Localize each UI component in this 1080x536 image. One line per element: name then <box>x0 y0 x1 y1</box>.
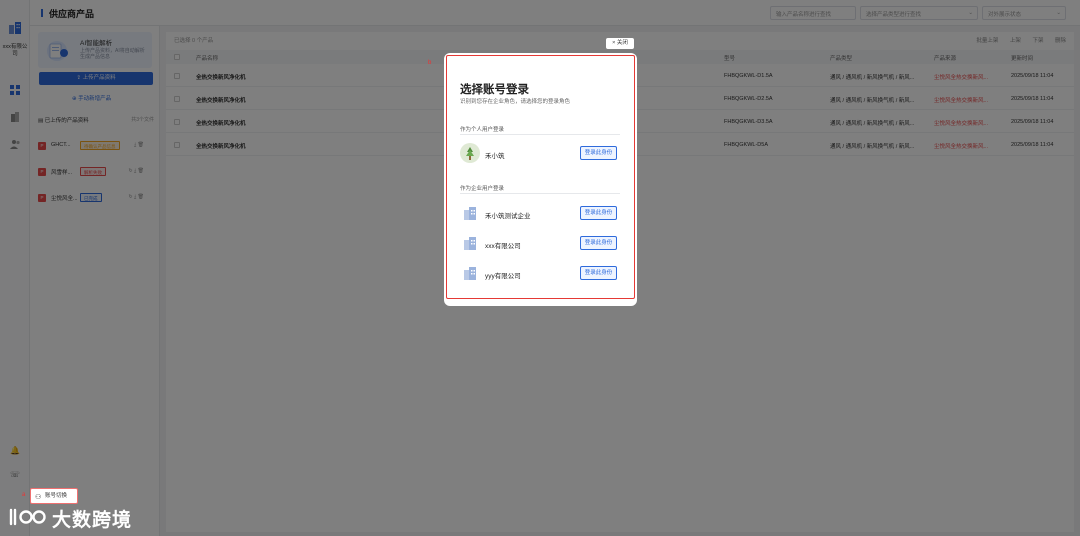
divider <box>460 134 620 135</box>
account-select-modal: 选择账号登录 识别到您存在企业角色，请选择您的登录角色 作为个人用户登录 禾小筑… <box>444 53 637 306</box>
close-label: 关闭 <box>616 40 628 46</box>
account-switch-label: 账号切换 <box>45 493 68 499</box>
account-switch-button[interactable]: ⚇ 账号切换 <box>30 488 78 504</box>
enterprise-account-item[interactable]: yyy有限公司 登录此身份 <box>460 263 620 285</box>
account-name: 禾小筑测试企业 <box>485 213 531 220</box>
watermark-logo-icon <box>9 508 46 526</box>
login-as-button[interactable]: 登录此身份 <box>580 206 617 220</box>
account-name: yyy有限公司 <box>485 273 521 280</box>
divider <box>460 193 620 194</box>
modal-subtitle: 识别到您存在企业角色，请选择您的登录角色 <box>460 99 571 105</box>
annotation-mark: b <box>428 60 432 66</box>
login-as-button[interactable]: 登录此身份 <box>580 266 617 280</box>
building-icon <box>464 267 476 280</box>
annotation-mark: a <box>22 492 26 498</box>
login-as-button[interactable]: 登录此身份 <box>580 236 617 250</box>
user-icon: ⚇ <box>35 494 42 501</box>
enterprise-account-item[interactable]: 禾小筑测试企业 登录此身份 <box>460 203 620 225</box>
avatar <box>460 143 480 163</box>
account-name: 禾小筑 <box>485 153 505 160</box>
watermark-text: 大数跨境 <box>52 510 133 531</box>
account-name: xxx有限公司 <box>485 243 521 250</box>
close-button[interactable]: × 关闭 <box>606 38 634 49</box>
enterprise-section-label: 作为企业用户登录 <box>460 186 505 192</box>
modal-title: 选择账号登录 <box>460 84 529 96</box>
building-icon <box>464 207 476 220</box>
building-icon <box>464 237 476 250</box>
personal-section-label: 作为个人用户登录 <box>460 127 505 133</box>
personal-account-item[interactable]: 禾小筑 登录此身份 <box>460 143 620 165</box>
enterprise-account-item[interactable]: xxx有限公司 登录此身份 <box>460 233 620 255</box>
login-as-button[interactable]: 登录此身份 <box>580 146 617 160</box>
